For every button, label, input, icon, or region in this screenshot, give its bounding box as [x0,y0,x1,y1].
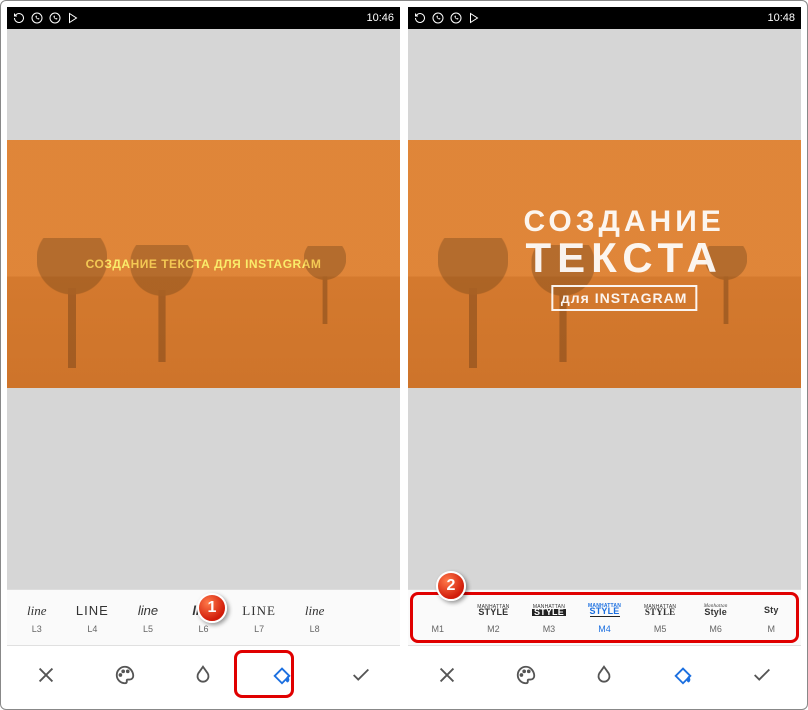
confirm-button[interactable] [740,653,784,697]
close-button[interactable] [24,653,68,697]
bottom-toolbar [7,645,400,703]
paint-bucket-button[interactable] [260,653,304,697]
paint-bucket-button[interactable] [661,653,705,697]
style-code: L4 [87,624,97,634]
palette-button[interactable] [103,653,147,697]
style-preview: MANHATTANSTYLE [644,602,676,620]
style-code: M3 [543,624,556,634]
overlay-line1: СОЗДАНИЕ [523,207,724,237]
style-code: M1 [432,624,445,634]
style-preview: line [27,602,47,620]
style-preview: Sty [764,602,779,620]
photo-preview: СОЗДАНИЕ ТЕКСТА для INSTAGRAM [408,140,801,388]
confirm-button[interactable] [339,653,383,697]
clock-time: 10:48 [767,12,795,24]
drop-button[interactable] [582,653,626,697]
viber-icon-2 [49,12,61,24]
viber-icon [432,12,444,24]
style-preview: ManhattanStyle [704,602,728,620]
palette-button[interactable] [504,653,548,697]
style-code: M2 [487,624,500,634]
text-overlay[interactable]: СОЗДАНИЕ ТЕКСТА ДЛЯ INSTAGRAM [86,257,322,271]
style-preview: MANHATTANSTYLE [477,602,509,620]
style-preview: LINE [76,602,109,620]
close-button[interactable] [425,653,469,697]
style-option-L4[interactable]: LINE L4 [65,590,121,645]
style-code: M [768,624,776,634]
play-icon [468,12,480,24]
style-selector-strip[interactable]: M1MANHATTANSTYLEM2MANHATTANSTYLEM3MANHAT… [408,589,801,645]
phone-left: 10:46 СОЗДАНИЕ ТЕКСТА ДЛЯ INSTAGRAM line… [7,7,400,703]
style-option-L7[interactable]: LINE L7 [231,590,287,645]
style-option-M2[interactable]: MANHATTANSTYLE M2 [466,590,522,645]
style-option-M3[interactable]: MANHATTANSTYLE M3 [521,590,577,645]
style-code: L7 [254,624,264,634]
style-option-M5[interactable]: MANHATTANSTYLE M5 [632,590,688,645]
style-option-M6[interactable]: ManhattanStyle M6 [688,590,744,645]
style-preview: MANHATTANSTYLE [532,602,566,620]
style-preview: line [305,602,325,620]
style-preview: MANHATTANSTYLE [588,602,621,620]
phone-right: 10:48 СОЗДАНИЕ ТЕКСТА для INSTAGRAM M1 MA… [408,7,801,703]
refresh-icon [13,12,25,24]
style-code: L6 [199,624,209,634]
viber-icon [31,12,43,24]
style-option-L5[interactable]: line L5 [120,590,176,645]
callout-badge-2: 2 [436,571,466,601]
text-overlay[interactable]: СОЗДАНИЕ ТЕКСТА для INSTAGRAM [523,207,724,311]
overlay-line3: для INSTAGRAM [551,285,698,311]
style-code: M6 [709,624,722,634]
style-code: L8 [310,624,320,634]
bottom-toolbar [408,645,801,703]
viber-icon-2 [450,12,462,24]
style-option-M[interactable]: Sty M [743,590,799,645]
photo-preview: СОЗДАНИЕ ТЕКСТА ДЛЯ INSTAGRAM [7,140,400,388]
editor-canvas[interactable]: СОЗДАНИЕ ТЕКСТА для INSTAGRAM [408,29,801,589]
style-preview: line [138,602,158,620]
status-bar: 10:46 [7,7,400,29]
drop-button[interactable] [181,653,225,697]
style-option-6[interactable] [342,590,398,645]
style-code: M5 [654,624,667,634]
style-option-M4[interactable]: MANHATTANSTYLE M4 [577,590,633,645]
style-preview: LINE [242,602,276,620]
overlay-line2: ТЕКСТА [523,237,724,279]
clock-time: 10:46 [366,12,394,24]
refresh-icon [414,12,426,24]
editor-canvas[interactable]: СОЗДАНИЕ ТЕКСТА ДЛЯ INSTAGRAM [7,29,400,589]
status-bar: 10:48 [408,7,801,29]
style-code: L3 [32,624,42,634]
style-option-L3[interactable]: line L3 [9,590,65,645]
style-code: L5 [143,624,153,634]
style-code: M4 [598,624,611,634]
play-icon [67,12,79,24]
callout-badge-1: 1 [197,593,227,623]
style-option-L8[interactable]: line L8 [287,590,343,645]
